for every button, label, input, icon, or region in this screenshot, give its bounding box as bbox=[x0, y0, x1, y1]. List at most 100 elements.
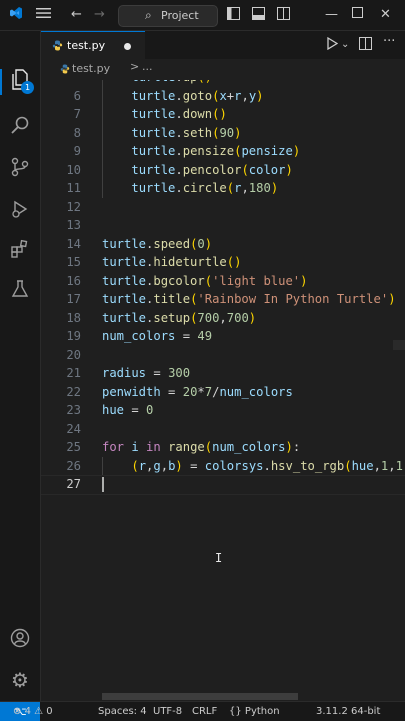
breadcrumb-more[interactable]: ... bbox=[142, 60, 153, 73]
code-line[interactable]: 9 turtle.pensize(pensize) bbox=[41, 142, 405, 161]
code-token: ( bbox=[241, 162, 249, 177]
code-line[interactable]: 24 bbox=[41, 420, 405, 439]
code-token: i bbox=[131, 440, 139, 454]
line-code: turtle.pensize(pensize) bbox=[102, 142, 300, 161]
code-line[interactable]: 23 hue = 0 bbox=[41, 401, 405, 420]
extensions-icon[interactable] bbox=[8, 239, 32, 263]
code-line[interactable]: 17 turtle.title('Rainbow In Python Turtle… bbox=[41, 290, 405, 309]
code-line[interactable]: 19 num_colors = 49 bbox=[41, 327, 405, 346]
code-line[interactable]: 26 (r,g,b) = colorsys.hsv_to_rgb(hue,1,1… bbox=[41, 456, 405, 475]
tab-test-py[interactable]: test.py bbox=[41, 31, 145, 60]
search-icon[interactable] bbox=[8, 115, 32, 139]
code-line[interactable]: 14 turtle.speed(0) bbox=[41, 235, 405, 254]
code-token: turtle bbox=[131, 181, 176, 195]
code-token: ( bbox=[204, 440, 213, 454]
interpreter-status[interactable]: 3.11.2 64-bit bbox=[316, 706, 380, 717]
horizontal-scrollbar[interactable] bbox=[102, 693, 298, 700]
language-label: Python bbox=[244, 706, 280, 717]
info-count: 0 bbox=[46, 706, 53, 717]
code-line[interactable]: 27 bbox=[41, 475, 405, 494]
vertical-scrollbar[interactable] bbox=[393, 340, 405, 350]
close-icon[interactable]: ✕ bbox=[380, 7, 391, 23]
code-token: . bbox=[175, 181, 183, 195]
code-line[interactable]: 15 turtle.hideturtle() bbox=[41, 253, 405, 272]
code-token: for bbox=[102, 440, 125, 454]
code-token: . bbox=[175, 144, 183, 158]
code-line[interactable]: 25 for i in range(num_colors): bbox=[41, 438, 405, 457]
forward-arrow-icon[interactable]: → bbox=[94, 7, 105, 23]
code-token: num_colors bbox=[102, 329, 176, 343]
indentation-status[interactable]: Spaces: 4 bbox=[98, 706, 147, 717]
code-line[interactable]: 16 turtle.bgcolor('light blue') bbox=[41, 272, 405, 291]
code-line[interactable]: 12 bbox=[41, 198, 405, 217]
line-code: penwidth = 20*7/num_colors bbox=[102, 383, 293, 402]
source-control-icon[interactable] bbox=[8, 157, 32, 181]
activity-bar: 1 ⚙ bbox=[0, 31, 41, 701]
code-token: , bbox=[219, 310, 227, 325]
code-line[interactable]: 22 penwidth = 20*7/num_colors bbox=[41, 383, 405, 402]
code-token: : bbox=[292, 440, 301, 454]
more-actions-icon[interactable]: ··· bbox=[383, 34, 395, 49]
code-token: . bbox=[175, 125, 183, 140]
code-token: title bbox=[153, 292, 191, 306]
code-line[interactable]: 13 bbox=[41, 216, 405, 235]
encoding-status[interactable]: UTF-8 bbox=[153, 706, 182, 717]
code-line[interactable]: 7 turtle.down() bbox=[41, 105, 405, 124]
code-line[interactable]: 18 turtle.setup(700,700) bbox=[41, 309, 405, 328]
layout-sidebar-icon[interactable] bbox=[227, 7, 240, 25]
code-token: 20 bbox=[182, 384, 198, 399]
line-code: hue = 0 bbox=[102, 401, 153, 420]
code-token: , bbox=[160, 458, 169, 473]
line-number: 13 bbox=[66, 218, 81, 232]
code-editor[interactable]: turtle.up()6 turtle.goto(x+r,y)7 turtle.… bbox=[41, 80, 405, 701]
unsaved-dot-icon[interactable] bbox=[124, 43, 131, 50]
code-token: hue bbox=[102, 403, 125, 417]
code-token: , bbox=[241, 181, 249, 195]
line-number: 20 bbox=[66, 347, 81, 362]
code-token: 49 bbox=[197, 329, 213, 343]
code-token: 'light blue' bbox=[212, 273, 301, 288]
menu-icon[interactable] bbox=[36, 7, 51, 24]
error-icon: ⊗ bbox=[13, 706, 22, 717]
code-token: ) bbox=[292, 144, 301, 158]
code-token: ( bbox=[204, 273, 213, 288]
code-token: . bbox=[175, 107, 183, 121]
line-number: 19 bbox=[66, 329, 81, 343]
run-dropdown-chevron-icon[interactable]: ⌄ bbox=[341, 39, 349, 50]
line-number: 10 bbox=[66, 162, 81, 177]
layout-split-icon[interactable] bbox=[277, 7, 290, 25]
braces-icon: {} bbox=[229, 706, 242, 717]
code-line[interactable]: 21 radius = 300 bbox=[41, 364, 405, 383]
language-status[interactable]: {} Python bbox=[229, 706, 280, 717]
command-center-search[interactable]: ⌕ Project bbox=[118, 5, 218, 27]
line-code: turtle.down() bbox=[102, 105, 226, 124]
code-token: 700 bbox=[197, 310, 220, 325]
account-icon[interactable] bbox=[8, 628, 32, 652]
code-token: 1 bbox=[395, 458, 403, 473]
layout-panel-icon[interactable] bbox=[252, 7, 265, 25]
problems-status[interactable]: ⊗ 4 ⚠ 0 bbox=[13, 706, 53, 717]
split-editor-icon[interactable] bbox=[359, 37, 372, 54]
back-arrow-icon[interactable]: ← bbox=[71, 7, 82, 23]
code-token: seth bbox=[182, 125, 213, 140]
code-line[interactable]: 10 turtle.pencolor(color) bbox=[41, 160, 405, 179]
code-line[interactable]: 11 turtle.circle(r,180) bbox=[41, 179, 405, 198]
settings-gear-icon[interactable]: ⚙ bbox=[8, 668, 32, 692]
code-line[interactable]: 20 bbox=[41, 346, 405, 365]
minimize-icon[interactable]: — bbox=[325, 7, 338, 23]
line-number: 27 bbox=[66, 477, 81, 491]
code-line[interactable]: 8 turtle.seth(90) bbox=[41, 123, 405, 142]
eol-status[interactable]: CRLF bbox=[192, 706, 217, 717]
code-token: turtle bbox=[131, 162, 176, 177]
maximize-icon[interactable] bbox=[352, 7, 363, 23]
code-token: in bbox=[146, 440, 161, 454]
run-python-icon[interactable] bbox=[327, 36, 339, 54]
run-debug-icon[interactable] bbox=[8, 199, 32, 223]
line-number: 9 bbox=[73, 144, 81, 158]
testing-icon[interactable] bbox=[8, 279, 32, 303]
code-token: turtle bbox=[102, 310, 147, 325]
code-line[interactable]: 6 turtle.goto(x+r,y) bbox=[41, 86, 405, 105]
line-number: 21 bbox=[66, 366, 81, 380]
breadcrumb-file[interactable]: test.py bbox=[72, 62, 110, 75]
